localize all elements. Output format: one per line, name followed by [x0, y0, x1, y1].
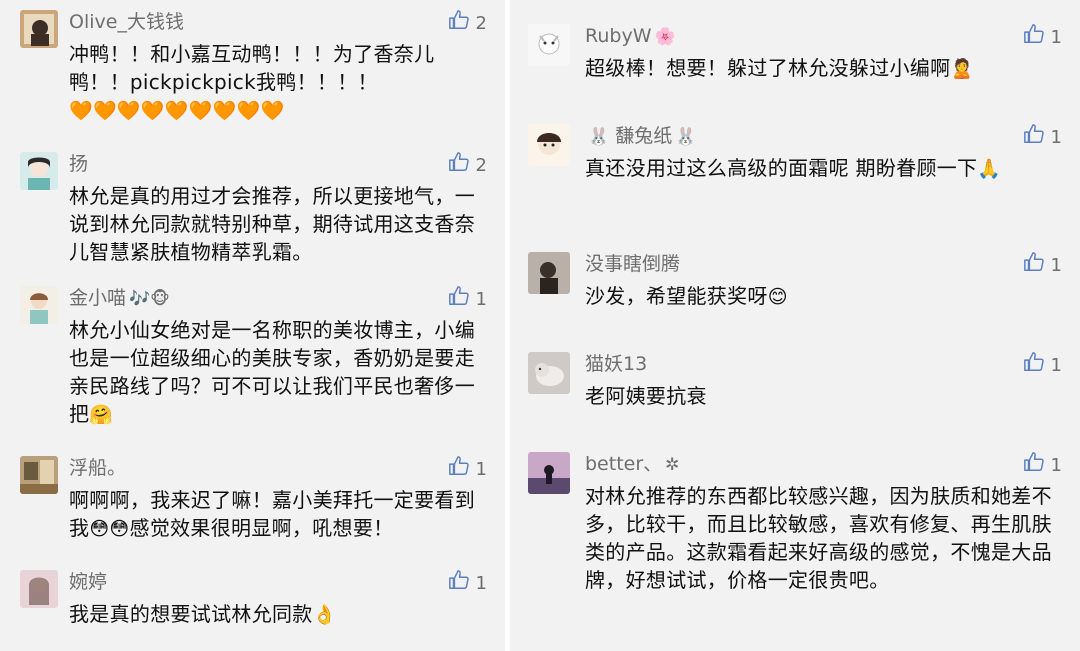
- comment-text: 冲鸭！！和小嘉互动鸭！！！为了香奈儿鸭！！pickpickpick我鸭！！！！🧡…: [69, 40, 483, 125]
- avatar[interactable]: [20, 10, 58, 48]
- like-button[interactable]: 2: [448, 151, 487, 180]
- comment-text: 超级棒！想要！躲过了林允没躲过小编啊🙎: [585, 54, 1058, 83]
- username[interactable]: 浮船。: [69, 456, 126, 480]
- asterisk-flower-icon: ✲: [665, 455, 680, 475]
- comment-item: better、 ✲ 1 对林允推荐的东西都比较感兴趣，因为肤质和她差不多，比较干，…: [510, 452, 1080, 642]
- thumbs-up-icon: [448, 151, 476, 180]
- comment-item: Olive_大钱钱 2 冲鸭！！和小嘉互动鸭！！！为了香奈儿鸭！！pickpic…: [0, 10, 505, 130]
- like-count: 1: [475, 288, 487, 310]
- avatar[interactable]: [528, 24, 570, 66]
- comment-text: 林允是真的用过才会推荐，所以更接地气，一说到林允同款就特别种草，期待试用这支香奈…: [69, 184, 475, 264]
- avatar[interactable]: [20, 286, 58, 324]
- like-button[interactable]: 1: [448, 285, 487, 314]
- comment-screenshot: Olive_大钱钱 2 冲鸭！！和小嘉互动鸭！！！为了香奈儿鸭！！pickpic…: [0, 0, 1080, 651]
- flower-emoji-icon: 🌸: [654, 27, 676, 47]
- comment-text: 真还没用过这么高级的面霜呢 期盼眷顾一下🙏: [585, 154, 1058, 183]
- avatar[interactable]: [528, 452, 570, 494]
- person-gesture-emoji-icon: 🙎: [950, 58, 975, 80]
- like-button[interactable]: 1: [1023, 123, 1062, 152]
- flushed-face-emoji-icon: 😳😳: [89, 518, 130, 540]
- comment-text: 对林允推荐的东西都比较感兴趣，因为肤质和她差不多，比较干，而且比较敏感，喜欢有修…: [585, 484, 1052, 592]
- pray-emoji-icon: 🙏: [977, 158, 1002, 180]
- comment-text: 我是真的想要试试林允同款👌: [69, 600, 483, 629]
- heart-emoji-icon: 🧡🧡🧡🧡🧡🧡🧡🧡🧡: [69, 100, 285, 122]
- username[interactable]: 没事瞎倒腾: [585, 252, 680, 276]
- like-count: 1: [1050, 454, 1062, 476]
- avatar[interactable]: [20, 456, 58, 494]
- avatar[interactable]: [528, 252, 570, 294]
- username[interactable]: better、 ✲: [585, 452, 679, 476]
- username[interactable]: Olive_大钱钱: [69, 10, 184, 34]
- comment-item: 婉婷 1 我是真的想要试试林允同款👌: [0, 570, 505, 640]
- comment-item: 浮船。 1 啊啊啊，我来迟了嘛！嘉小美拜托一定要看到我😳😳感觉效果很明显啊，吼想…: [0, 456, 505, 546]
- comment-text: 啊啊啊，我来迟了嘛！嘉小美拜托一定要看到我😳😳感觉效果很明显啊，吼想要！: [69, 486, 483, 543]
- username[interactable]: 猫妖13: [585, 352, 647, 376]
- thumbs-up-icon: [1023, 451, 1051, 480]
- hug-emoji-icon: 🤗: [89, 404, 114, 426]
- smile-emoji-icon: 😊: [767, 286, 788, 308]
- like-count: 1: [475, 458, 487, 480]
- rabbit-emoji-icon: 🐰: [588, 127, 610, 147]
- comment-column-right: RubyW 🌸 1 超级棒！想要！躲过了林允没躲过小编啊🙎 🐰 馦兔纸 🐰 1 真还…: [510, 0, 1080, 651]
- username[interactable]: RubyW 🌸: [585, 24, 676, 48]
- comment-item: RubyW 🌸 1 超级棒！想要！躲过了林允没躲过小编啊🙎: [510, 24, 1080, 104]
- like-count: 1: [1050, 126, 1062, 148]
- thumbs-up-icon: [448, 285, 476, 314]
- like-button[interactable]: 1: [1023, 23, 1062, 52]
- like-count: 1: [1050, 26, 1062, 48]
- like-button[interactable]: 1: [1023, 351, 1062, 380]
- thumbs-up-icon: [1023, 23, 1051, 52]
- thumbs-up-icon: [1023, 123, 1051, 152]
- thumbs-up-icon: [1023, 351, 1051, 380]
- music-monkey-emoji-icon: 🎶🐵: [129, 289, 170, 309]
- comment-text: 老阿姨要抗衰: [585, 384, 707, 408]
- like-count: 2: [475, 12, 487, 34]
- comment-item: 没事瞎倒腾 1 沙发，希望能获奖呀😊: [510, 252, 1080, 322]
- like-count: 2: [475, 154, 487, 176]
- comment-item: 猫妖13 1 老阿姨要抗衰: [510, 352, 1080, 422]
- like-button[interactable]: 1: [448, 455, 487, 484]
- thumbs-up-icon: [1023, 251, 1051, 280]
- username[interactable]: 金小喵 🎶🐵: [69, 286, 170, 310]
- username[interactable]: 🐰 馦兔纸 🐰: [585, 124, 696, 148]
- like-count: 1: [1050, 354, 1062, 376]
- like-button[interactable]: 1: [448, 569, 487, 598]
- comment-text: 林允小仙女绝对是一名称职的美妆博主，小编也是一位超级细心的美肤专家，香奶奶是要走…: [69, 316, 483, 429]
- username[interactable]: 扬: [69, 152, 88, 176]
- avatar[interactable]: [528, 352, 570, 394]
- ok-hand-emoji-icon: 👌: [312, 604, 337, 626]
- username[interactable]: 婉婷: [69, 570, 107, 594]
- comment-item: 🐰 馦兔纸 🐰 1 真还没用过这么高级的面霜呢 期盼眷顾一下🙏: [510, 124, 1080, 224]
- like-count: 1: [475, 572, 487, 594]
- rabbit-emoji-icon: 🐰: [675, 127, 697, 147]
- avatar[interactable]: [20, 570, 58, 608]
- like-count: 1: [1050, 254, 1062, 276]
- avatar[interactable]: [20, 152, 58, 190]
- thumbs-up-icon: [448, 569, 476, 598]
- like-button[interactable]: 1: [1023, 251, 1062, 280]
- like-button[interactable]: 1: [1023, 451, 1062, 480]
- comment-text: 沙发，希望能获奖呀😊: [585, 282, 1058, 311]
- thumbs-up-icon: [448, 455, 476, 484]
- comment-column-left: Olive_大钱钱 2 冲鸭！！和小嘉互动鸭！！！为了香奈儿鸭！！pickpic…: [0, 0, 505, 651]
- comment-item: 扬 2 林允是真的用过才会推荐，所以更接地气，一说到林允同款就特别种草，期待试用…: [0, 151, 505, 264]
- thumbs-up-icon: [448, 9, 476, 38]
- comment-item: 金小喵 🎶🐵 1 林允小仙女绝对是一名称职的美妆博主，小编也是一位超级细心的美肤专…: [0, 286, 505, 426]
- avatar[interactable]: [528, 124, 570, 166]
- like-button[interactable]: 2: [448, 9, 487, 38]
